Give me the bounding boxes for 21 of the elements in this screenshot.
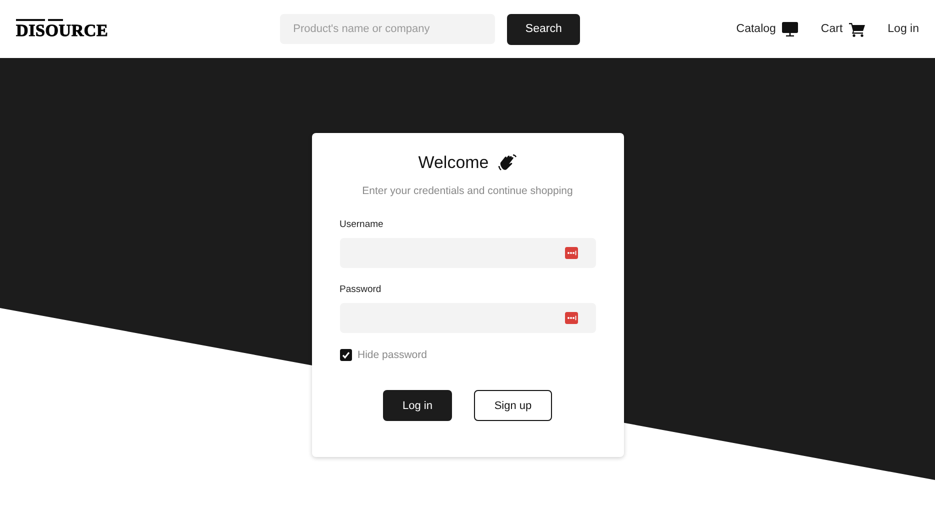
- logo[interactable]: DISOURCE: [16, 19, 108, 39]
- input-field[interactable]: [340, 238, 596, 268]
- input-field[interactable]: [340, 303, 596, 333]
- welcome-title: Welcome: [418, 153, 489, 173]
- search-button[interactable]: Search: [507, 14, 580, 44]
- checkbox[interactable]: [340, 349, 352, 361]
- nav-link[interactable]: Cart: [820, 22, 865, 36]
- search-field[interactable]: Product's name or company: [280, 14, 496, 44]
- login-button[interactable]: Log in: [383, 390, 452, 421]
- field-label: Username: [340, 219, 384, 230]
- checkbox-label: Hide password: [358, 349, 427, 361]
- waving-hand-icon: [498, 154, 517, 172]
- signup-button[interactable]: Sign up: [474, 390, 552, 421]
- cart-icon: [848, 22, 865, 36]
- password-manager-icon[interactable]: [564, 312, 578, 324]
- field-label: Password: [340, 284, 382, 295]
- nav-link[interactable]: Catalog: [736, 22, 798, 36]
- subtitle: Enter your credentials and continue shopping: [361, 185, 574, 197]
- nav-link[interactable]: Log in: [888, 23, 919, 35]
- password-manager-icon[interactable]: [564, 247, 578, 259]
- monitor-icon: [782, 22, 798, 36]
